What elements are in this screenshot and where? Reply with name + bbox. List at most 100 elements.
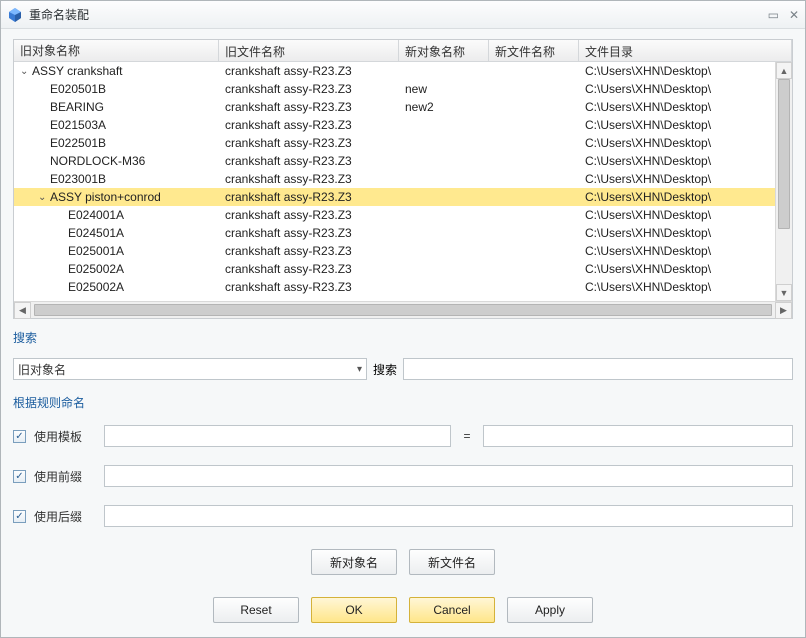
row-dir: C:\Users\XHN\Desktop\ xyxy=(579,280,792,294)
expand-icon[interactable]: ⌄ xyxy=(20,66,32,77)
row-dir: C:\Users\XHN\Desktop\ xyxy=(579,64,792,78)
row-old-file: crankshaft assy-R23.Z3 xyxy=(219,154,399,168)
search-field-select[interactable]: 旧对象名 ▾ xyxy=(13,358,367,380)
row-dir: C:\Users\XHN\Desktop\ xyxy=(579,100,792,114)
hscroll-thumb[interactable] xyxy=(34,304,772,316)
search-section-label: 搜索 xyxy=(13,329,793,346)
row-old-file: crankshaft assy-R23.Z3 xyxy=(219,172,399,186)
row-name: E020501B xyxy=(50,82,106,96)
use-prefix-label: 使用前缀 xyxy=(34,468,96,485)
scroll-down-icon[interactable]: ▼ xyxy=(776,284,792,301)
row-old-file: crankshaft assy-R23.Z3 xyxy=(219,280,399,294)
ok-button[interactable]: OK xyxy=(311,597,397,623)
window-title: 重命名装配 xyxy=(29,6,768,23)
row-dir: C:\Users\XHN\Desktop\ xyxy=(579,136,792,150)
row-name: BEARING xyxy=(50,100,104,114)
close-icon[interactable]: ✕ xyxy=(789,9,799,21)
row-dir: C:\Users\XHN\Desktop\ xyxy=(579,208,792,222)
row-name: E023001B xyxy=(50,172,106,186)
template-left-input[interactable] xyxy=(104,425,451,447)
table-row[interactable]: E023001B crankshaft assy-R23.Z3 C:\Users\X… xyxy=(14,170,792,188)
table-row[interactable]: E025001A crankshaft assy-R23.Z3 C:\Users\X… xyxy=(14,242,792,260)
row-dir: C:\Users\XHN\Desktop\ xyxy=(579,244,792,258)
col-dir[interactable]: 文件目录 xyxy=(579,40,792,61)
col-new-file[interactable]: 新文件名称 xyxy=(489,40,579,61)
row-dir: C:\Users\XHN\Desktop\ xyxy=(579,262,792,276)
row-name: E025001A xyxy=(68,244,124,258)
use-template-checkbox[interactable]: ✓ xyxy=(13,430,26,443)
row-old-file: crankshaft assy-R23.Z3 xyxy=(219,100,399,114)
prefix-input[interactable] xyxy=(104,465,793,487)
horizontal-scrollbar[interactable]: ◀ ▶ xyxy=(14,301,792,318)
search-field-value: 旧对象名 xyxy=(18,361,66,378)
suffix-input[interactable] xyxy=(104,505,793,527)
row-old-file: crankshaft assy-R23.Z3 xyxy=(219,136,399,150)
template-right-input[interactable] xyxy=(483,425,793,447)
row-dir: C:\Users\XHN\Desktop\ xyxy=(579,226,792,240)
row-old-file: crankshaft assy-R23.Z3 xyxy=(219,208,399,222)
table-header: 旧对象名称 旧文件名称 新对象名称 新文件名称 文件目录 xyxy=(14,40,792,62)
table-row[interactable]: NORDLOCK-M36crankshaft assy-R23.Z3C:\Use… xyxy=(14,152,792,170)
new-object-button[interactable]: 新对象名 xyxy=(311,549,397,575)
tree-table: 旧对象名称 旧文件名称 新对象名称 新文件名称 文件目录 ⌄ASSY crank… xyxy=(13,39,793,319)
reset-button[interactable]: Reset xyxy=(213,597,299,623)
use-suffix-checkbox[interactable]: ✓ xyxy=(13,510,26,523)
suffix-row: ✓ 使用后缀 xyxy=(13,505,793,527)
chevron-down-icon: ▾ xyxy=(357,364,362,375)
col-old-object[interactable]: 旧对象名称 xyxy=(14,40,219,61)
table-row[interactable]: E024501A crankshaft assy-R23.Z3 C:\Users\X… xyxy=(14,224,792,242)
table-row[interactable]: E024001Acrankshaft assy-R23.Z3C:\Users\X… xyxy=(14,206,792,224)
prefix-row: ✓ 使用前缀 xyxy=(13,465,793,487)
row-name: ASSY crankshaft xyxy=(32,64,123,78)
row-new-name: new xyxy=(399,82,489,96)
content: 旧对象名称 旧文件名称 新对象名称 新文件名称 文件目录 ⌄ASSY crank… xyxy=(1,29,805,637)
row-name: ASSY piston+conrod xyxy=(50,190,161,204)
table-row[interactable]: ⌄ASSY crankshaft crankshaft assy-R23.Z3 C:… xyxy=(14,62,792,80)
row-old-file: crankshaft assy-R23.Z3 xyxy=(219,226,399,240)
row-dir: C:\Users\XHN\Desktop\ xyxy=(579,172,792,186)
minimize-icon[interactable]: ▭ xyxy=(768,9,779,21)
equals-label: = xyxy=(459,429,475,443)
table-row[interactable]: E020501Bcrankshaft assy-R23.Z3newC:\User… xyxy=(14,80,792,98)
scroll-up-icon[interactable]: ▲ xyxy=(776,62,792,79)
search-input[interactable] xyxy=(403,358,793,380)
row-dir: C:\Users\XHN\Desktop\ xyxy=(579,82,792,96)
row-old-file: crankshaft assy-R23.Z3 xyxy=(219,262,399,276)
row-old-file: crankshaft assy-R23.Z3 xyxy=(219,244,399,258)
col-old-file[interactable]: 旧文件名称 xyxy=(219,40,399,61)
row-old-file: crankshaft assy-R23.Z3 xyxy=(219,118,399,132)
vertical-scrollbar[interactable]: ▲ ▼ xyxy=(775,62,792,301)
search-label: 搜索 xyxy=(373,361,397,378)
row-name: NORDLOCK-M36 xyxy=(50,154,145,168)
table-row[interactable]: E022501Bcrankshaft assy-R23.Z3C:\Users\X… xyxy=(14,134,792,152)
use-prefix-checkbox[interactable]: ✓ xyxy=(13,470,26,483)
row-name: E025002A xyxy=(68,262,124,276)
new-file-button[interactable]: 新文件名 xyxy=(409,549,495,575)
table-row[interactable]: BEARINGcrankshaft assy-R23.Z3new2C:\User… xyxy=(14,98,792,116)
apply-button[interactable]: Apply xyxy=(507,597,593,623)
expand-icon[interactable]: ⌄ xyxy=(38,192,50,203)
table-body[interactable]: ⌄ASSY crankshaftcrankshaft assy-R23.Z3C:… xyxy=(14,62,792,301)
row-name: E025002A xyxy=(68,280,124,294)
use-template-label: 使用模板 xyxy=(34,428,96,445)
table-row[interactable]: E021503A crankshaft assy-R23.Z3 C:\Users\X… xyxy=(14,116,792,134)
row-dir: C:\Users\XHN\Desktop\ xyxy=(579,190,792,204)
window: 重命名装配 ▭ ✕ 旧对象名称 旧文件名称 新对象名称 新文件名称 文件目录 ⌄… xyxy=(0,0,806,638)
scroll-right-icon[interactable]: ▶ xyxy=(775,302,792,319)
table-row[interactable]: E025002A crankshaft assy-R23.Z3 C:\Users\X… xyxy=(14,260,792,278)
col-new-object[interactable]: 新对象名称 xyxy=(399,40,489,61)
table-row[interactable]: ⌄ASSY piston+conrodcrankshaft assy-R23.Z… xyxy=(14,188,792,206)
rules-section-label: 根据规则命名 xyxy=(13,394,793,411)
app-icon xyxy=(7,7,23,23)
row-name: E021503A xyxy=(50,118,106,132)
row-old-file: crankshaft assy-R23.Z3 xyxy=(219,64,399,78)
row-dir: C:\Users\XHN\Desktop\ xyxy=(579,118,792,132)
hscroll-track[interactable] xyxy=(31,302,775,318)
cancel-button[interactable]: Cancel xyxy=(409,597,495,623)
search-row: 旧对象名 ▾ 搜索 xyxy=(13,358,793,380)
scroll-left-icon[interactable]: ◀ xyxy=(14,302,31,319)
scroll-thumb[interactable] xyxy=(778,79,790,229)
row-name: E024501A xyxy=(68,226,124,240)
titlebar: 重命名装配 ▭ ✕ xyxy=(1,1,805,29)
table-row[interactable]: E025002A crankshaft assy-R23.Z3 C:\Users\X… xyxy=(14,278,792,296)
